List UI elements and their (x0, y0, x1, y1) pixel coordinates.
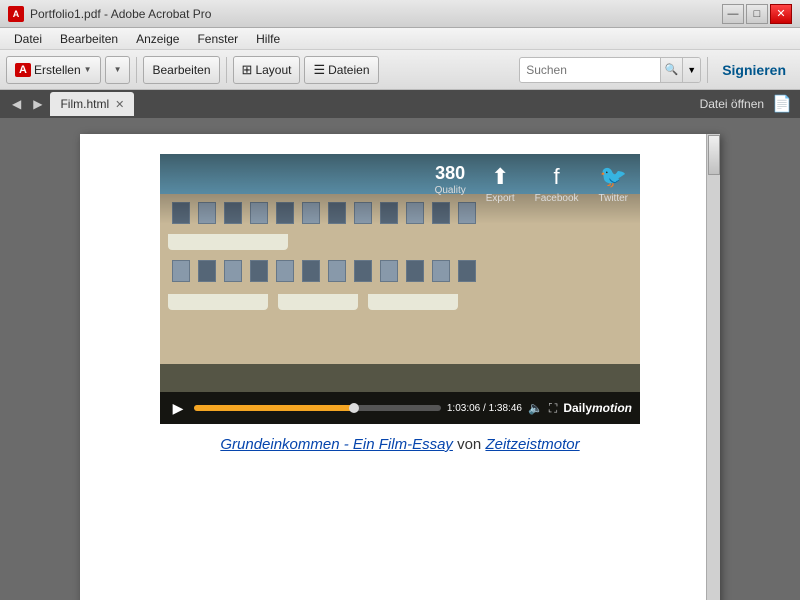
video-player[interactable]: 380 Quality ⬆ Export f Facebook 🐦 Twitte… (160, 154, 640, 424)
play-button[interactable]: ▶ (168, 398, 188, 418)
export-label: Export (486, 193, 515, 204)
video-caption: Grundeinkommen - Ein Film-Essay von Zeit… (100, 436, 700, 453)
time-total: 1:38:46 (489, 403, 522, 414)
video-overlay: 380 Quality ⬆ Export f Facebook 🐦 Twitte… (160, 154, 640, 224)
facebook-control[interactable]: f Facebook (535, 164, 579, 204)
content-area: 380 Quality ⬆ Export f Facebook 🐦 Twitte… (0, 118, 800, 600)
menu-hilfe[interactable]: Hilfe (248, 30, 288, 48)
progress-fill (194, 405, 354, 411)
facebook-icon: f (554, 164, 560, 190)
time-current: 1:03:06 (447, 403, 480, 414)
titlebar: A Portfolio1.pdf - Adobe Acrobat Pro ― □… (0, 0, 800, 28)
close-button[interactable]: ✕ (770, 4, 792, 24)
search-button[interactable]: 🔍 (660, 58, 682, 82)
divider-3 (707, 57, 708, 83)
quality-control[interactable]: 380 Quality (435, 164, 466, 196)
tab-prev-button[interactable]: ◀ (8, 95, 25, 113)
twitter-label: Twitter (599, 193, 628, 204)
menu-anzeige[interactable]: Anzeige (128, 30, 187, 48)
tabbar: ◀ ▶ Film.html ✕ Datei öffnen 📄 (0, 90, 800, 118)
export-icon: ⬆ (491, 164, 509, 190)
search-dropdown[interactable]: ▼ (682, 57, 700, 83)
window-title: Portfolio1.pdf - Adobe Acrobat Pro (30, 7, 211, 21)
app-icon: A (8, 6, 24, 22)
tab-film[interactable]: Film.html ✕ (50, 92, 134, 116)
tab-right: Datei öffnen 📄 (700, 94, 792, 114)
progress-thumb (349, 403, 359, 413)
logo-regular: Daily (563, 401, 592, 415)
tab-close-icon[interactable]: ✕ (115, 98, 124, 111)
progress-bar[interactable] (194, 405, 441, 411)
divider-1 (136, 57, 137, 83)
fullscreen-icon[interactable]: ⛶ (549, 401, 557, 416)
caption-von: von (453, 436, 486, 453)
erstellen-dropdown[interactable]: ▼ (105, 56, 131, 84)
tab-label: Film.html (60, 97, 109, 111)
export-control[interactable]: ⬆ Export (486, 164, 515, 204)
toolbar: A Erstellen ▼ ▼ Bearbeiten ⊞ Layout ☰ Da… (0, 50, 800, 90)
layout-label: Layout (255, 63, 291, 77)
volume-icon[interactable]: 🔈 (528, 401, 543, 415)
menu-bearbeiten[interactable]: Bearbeiten (52, 30, 126, 48)
twitter-control[interactable]: 🐦 Twitter (599, 164, 628, 204)
bearbeiten-button[interactable]: Bearbeiten (143, 56, 219, 84)
maximize-button[interactable]: □ (746, 4, 768, 24)
window-controls[interactable]: ― □ ✕ (722, 4, 792, 24)
erstellen-arrow: ▼ (84, 65, 92, 74)
layout-button[interactable]: ⊞ Layout (233, 56, 301, 84)
menu-fenster[interactable]: Fenster (189, 30, 246, 48)
scrollbar[interactable] (706, 134, 720, 600)
facebook-label: Facebook (535, 193, 579, 204)
search-input[interactable] (520, 63, 660, 77)
caption-link-1[interactable]: Grundeinkommen - Ein Film-Essay (220, 436, 453, 453)
erstellen-label: Erstellen (34, 63, 81, 77)
dateien-label: Dateien (328, 63, 369, 77)
logo-bold: motion (592, 401, 632, 415)
titlebar-left: A Portfolio1.pdf - Adobe Acrobat Pro (8, 6, 211, 22)
time-display: 1:03:06 / 1:38:46 (447, 403, 522, 414)
tab-next-button[interactable]: ▶ (29, 95, 46, 113)
quality-number: 380 (435, 164, 465, 182)
caption-link-2[interactable]: Zeitzeistmotor (485, 436, 579, 453)
video-controls: ▶ 1:03:06 / 1:38:46 🔈 ⛶ Dailymotion (160, 392, 640, 424)
scrollbar-thumb[interactable] (708, 135, 720, 175)
erstellen-button[interactable]: A Erstellen ▼ (6, 56, 101, 84)
bearbeiten-label: Bearbeiten (152, 63, 210, 77)
datei-oeffnen-icon[interactable]: 📄 (772, 94, 792, 114)
dateien-button[interactable]: ☰ Dateien (304, 56, 378, 84)
search-bar: 🔍 ▼ (519, 57, 701, 83)
datei-oeffnen-label[interactable]: Datei öffnen (700, 97, 765, 111)
dailymotion-logo: Dailymotion (563, 401, 632, 415)
minimize-button[interactable]: ― (722, 4, 744, 24)
twitter-icon: 🐦 (600, 164, 627, 190)
menu-datei[interactable]: Datei (6, 30, 50, 48)
dropdown-arrow: ▼ (114, 65, 122, 74)
page: 380 Quality ⬆ Export f Facebook 🐦 Twitte… (80, 134, 720, 600)
divider-2 (226, 57, 227, 83)
signieren-button[interactable]: Signieren (714, 62, 794, 78)
quality-label: Quality (435, 185, 466, 196)
menubar: Datei Bearbeiten Anzeige Fenster Hilfe (0, 28, 800, 50)
